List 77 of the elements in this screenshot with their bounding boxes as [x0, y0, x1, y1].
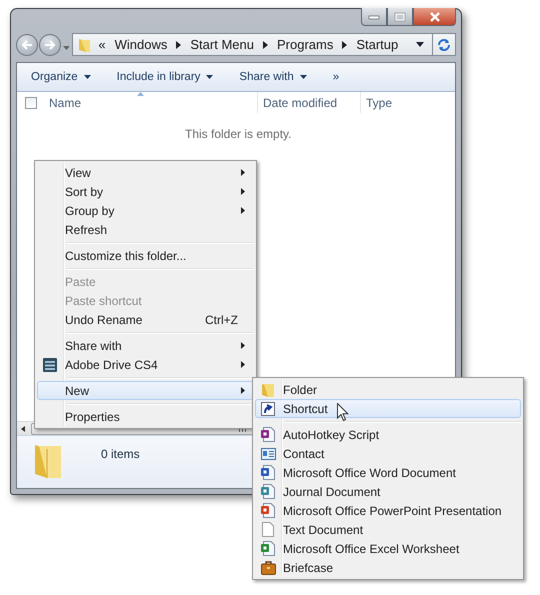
caret-icon	[206, 75, 214, 79]
close-icon	[428, 12, 440, 22]
select-all-checkbox[interactable]	[25, 96, 37, 108]
text-document-icon	[262, 522, 274, 537]
address-bar[interactable]: « Windows Start Menu Programs Startup	[72, 33, 434, 56]
sort-arrow-icon	[137, 92, 144, 96]
menu-item[interactable]: AutoHotkey Script	[255, 418, 521, 444]
chevron-icon[interactable]	[262, 40, 268, 48]
menu-item[interactable]: Contact	[255, 444, 521, 463]
chevron-icon[interactable]	[342, 40, 348, 48]
submenu-arrow-icon	[241, 188, 245, 195]
submenu-arrow-icon	[241, 387, 245, 394]
document-icon	[261, 541, 275, 556]
toolbar-button[interactable]: Organize	[31, 71, 91, 83]
column-header[interactable]: Name	[49, 92, 258, 113]
menu-item[interactable]: Undo Rename Ctrl+Z	[37, 310, 254, 329]
caret-icon[interactable]	[416, 42, 424, 47]
minimize-icon	[368, 14, 380, 20]
breadcrumb[interactable]: Windows	[114, 37, 168, 52]
submenu-arrow-icon	[241, 207, 245, 214]
toolbar-button[interactable]: Include in library	[116, 71, 214, 83]
menu-item[interactable]: Adobe Drive CS4	[37, 355, 254, 374]
menu-item[interactable]: Microsoft Office PowerPoint Presentation	[255, 501, 521, 520]
document-icon	[261, 484, 275, 499]
toolbar-button[interactable]: Share with	[239, 71, 307, 83]
menu-item[interactable]: New	[37, 374, 254, 400]
refresh-button[interactable]	[433, 33, 456, 56]
back-button[interactable]	[16, 34, 38, 56]
toolbar-button[interactable]: »	[332, 71, 340, 83]
menu-item[interactable]: Shortcut	[255, 399, 521, 418]
caret-icon	[300, 75, 307, 79]
document-icon	[261, 465, 275, 480]
menu-item[interactable]: Microsoft Office Word Document	[255, 463, 521, 482]
menu-item[interactable]: Properties	[37, 400, 254, 426]
submenu-arrow-icon	[241, 342, 245, 349]
folder-icon	[261, 382, 275, 398]
menu-item[interactable]: Microsoft Office Excel Worksheet	[255, 539, 521, 558]
chevron-icon[interactable]	[176, 40, 182, 48]
item-count: 0 items	[101, 447, 140, 461]
back-arrow-icon	[20, 38, 34, 50]
document-icon	[261, 503, 275, 518]
column-header[interactable]: Type	[361, 92, 392, 113]
breadcrumb[interactable]: Start Menu	[190, 37, 254, 52]
shortcut-icon	[261, 402, 275, 416]
forward-arrow-icon	[42, 38, 57, 50]
breadcrumb[interactable]: Startup	[356, 37, 398, 52]
menu-item[interactable]: Refresh	[37, 220, 254, 239]
breadcrumb[interactable]: Programs	[276, 37, 334, 52]
overflow-chevron[interactable]: «	[98, 37, 106, 52]
maximize-button[interactable]	[387, 8, 413, 26]
minimize-button[interactable]	[361, 8, 387, 26]
briefcase-icon	[260, 560, 276, 574]
drive-icon	[43, 358, 57, 372]
menu-item[interactable]: Briefcase	[255, 558, 521, 577]
menu-item[interactable]: Customize this folder...	[37, 239, 254, 265]
menu-item[interactable]: View	[37, 163, 254, 182]
column-header[interactable]: Date modified	[258, 92, 361, 113]
menu-item[interactable]: Text Document	[255, 520, 521, 539]
submenu-arrow-icon	[241, 169, 245, 176]
maximize-icon	[394, 12, 406, 22]
refresh-icon	[437, 38, 452, 52]
document-icon	[261, 427, 275, 442]
menu-item[interactable]: Journal Document	[255, 482, 521, 501]
folder-icon	[33, 442, 63, 480]
contact-card-icon	[260, 448, 276, 460]
forward-button[interactable]	[38, 34, 60, 56]
menu-item[interactable]: Folder	[255, 380, 521, 399]
menu-item[interactable]: Sort by	[37, 182, 254, 201]
folder-icon	[78, 36, 92, 52]
mouse-cursor-icon	[337, 403, 349, 422]
scroll-left-icon[interactable]	[21, 426, 25, 432]
close-button[interactable]	[413, 8, 456, 26]
empty-folder-message: This folder is empty.	[185, 127, 292, 141]
caret-icon	[84, 75, 91, 79]
submenu-arrow-icon	[241, 361, 245, 368]
menu-item[interactable]: Share with	[37, 329, 254, 355]
menu-item[interactable]: Group by	[37, 201, 254, 220]
